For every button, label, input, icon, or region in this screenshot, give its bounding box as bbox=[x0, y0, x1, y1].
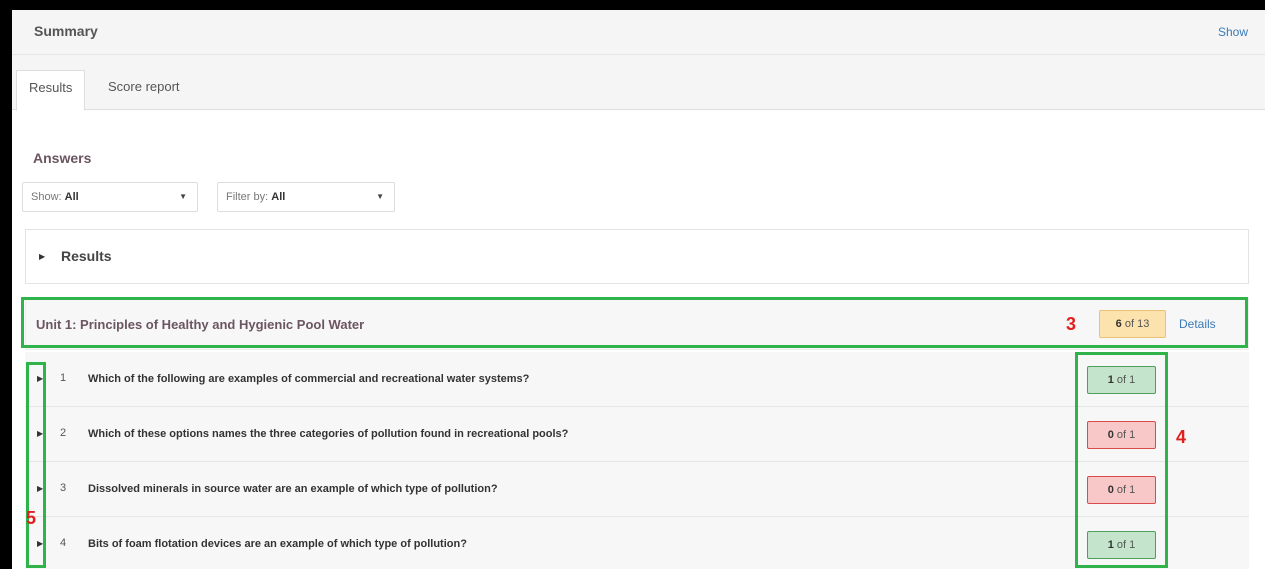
question-text: Which of these options names the three c… bbox=[88, 428, 569, 440]
caret-right-icon: ▶ bbox=[39, 252, 46, 261]
question-number: 3 bbox=[60, 482, 67, 494]
question-row: ▶ 2 Which of these options names the thr… bbox=[25, 407, 1249, 462]
annotation-number-5: 5 bbox=[26, 508, 37, 528]
question-row: ▶ 1 Which of the following are examples … bbox=[25, 352, 1249, 407]
question-number: 2 bbox=[60, 427, 67, 439]
caret-down-icon: ▼ bbox=[179, 192, 187, 201]
summary-title: Summary bbox=[34, 23, 98, 39]
answers-heading: Answers bbox=[33, 150, 92, 166]
unit-highlight-box bbox=[21, 297, 1248, 348]
question-text: Dissolved minerals in source water are a… bbox=[88, 483, 498, 495]
expand-column-highlight-box bbox=[26, 362, 46, 568]
tab-bar: Results Score report bbox=[12, 55, 1265, 111]
show-link[interactable]: Show bbox=[1218, 25, 1248, 39]
filter-select-value: All bbox=[271, 191, 286, 203]
filter-select[interactable]: Filter by: All ▼ bbox=[217, 182, 395, 212]
assessment-summary-panel: Summary Show Results Score report Answer… bbox=[12, 10, 1265, 569]
tab-results[interactable]: Results bbox=[16, 70, 86, 111]
question-row: ▶ 4 Bits of foam flotation devices are a… bbox=[25, 517, 1249, 569]
caret-down-icon: ▼ bbox=[376, 192, 384, 201]
show-select-value: All bbox=[64, 191, 79, 203]
results-section-toggle[interactable]: ▶ Results bbox=[25, 229, 1249, 284]
question-number: 1 bbox=[60, 372, 67, 384]
tab-score-report[interactable]: Score report bbox=[96, 70, 192, 111]
results-section-label: Results bbox=[61, 248, 112, 264]
filter-select-label: Filter by: bbox=[226, 191, 269, 203]
show-select[interactable]: Show: All ▼ bbox=[22, 182, 198, 212]
show-select-label: Show: bbox=[31, 191, 62, 203]
question-text: Bits of foam flotation devices are an ex… bbox=[88, 538, 467, 550]
summary-header: Summary Show bbox=[12, 10, 1265, 55]
question-text: Which of the following are examples of c… bbox=[88, 373, 530, 385]
question-number: 4 bbox=[60, 537, 67, 549]
annotation-number-4: 4 bbox=[1176, 427, 1187, 447]
annotation-number-3: 3 bbox=[1066, 314, 1077, 334]
score-column-highlight-box bbox=[1075, 352, 1168, 568]
question-row: ▶ 3 Dissolved minerals in source water a… bbox=[25, 462, 1249, 517]
